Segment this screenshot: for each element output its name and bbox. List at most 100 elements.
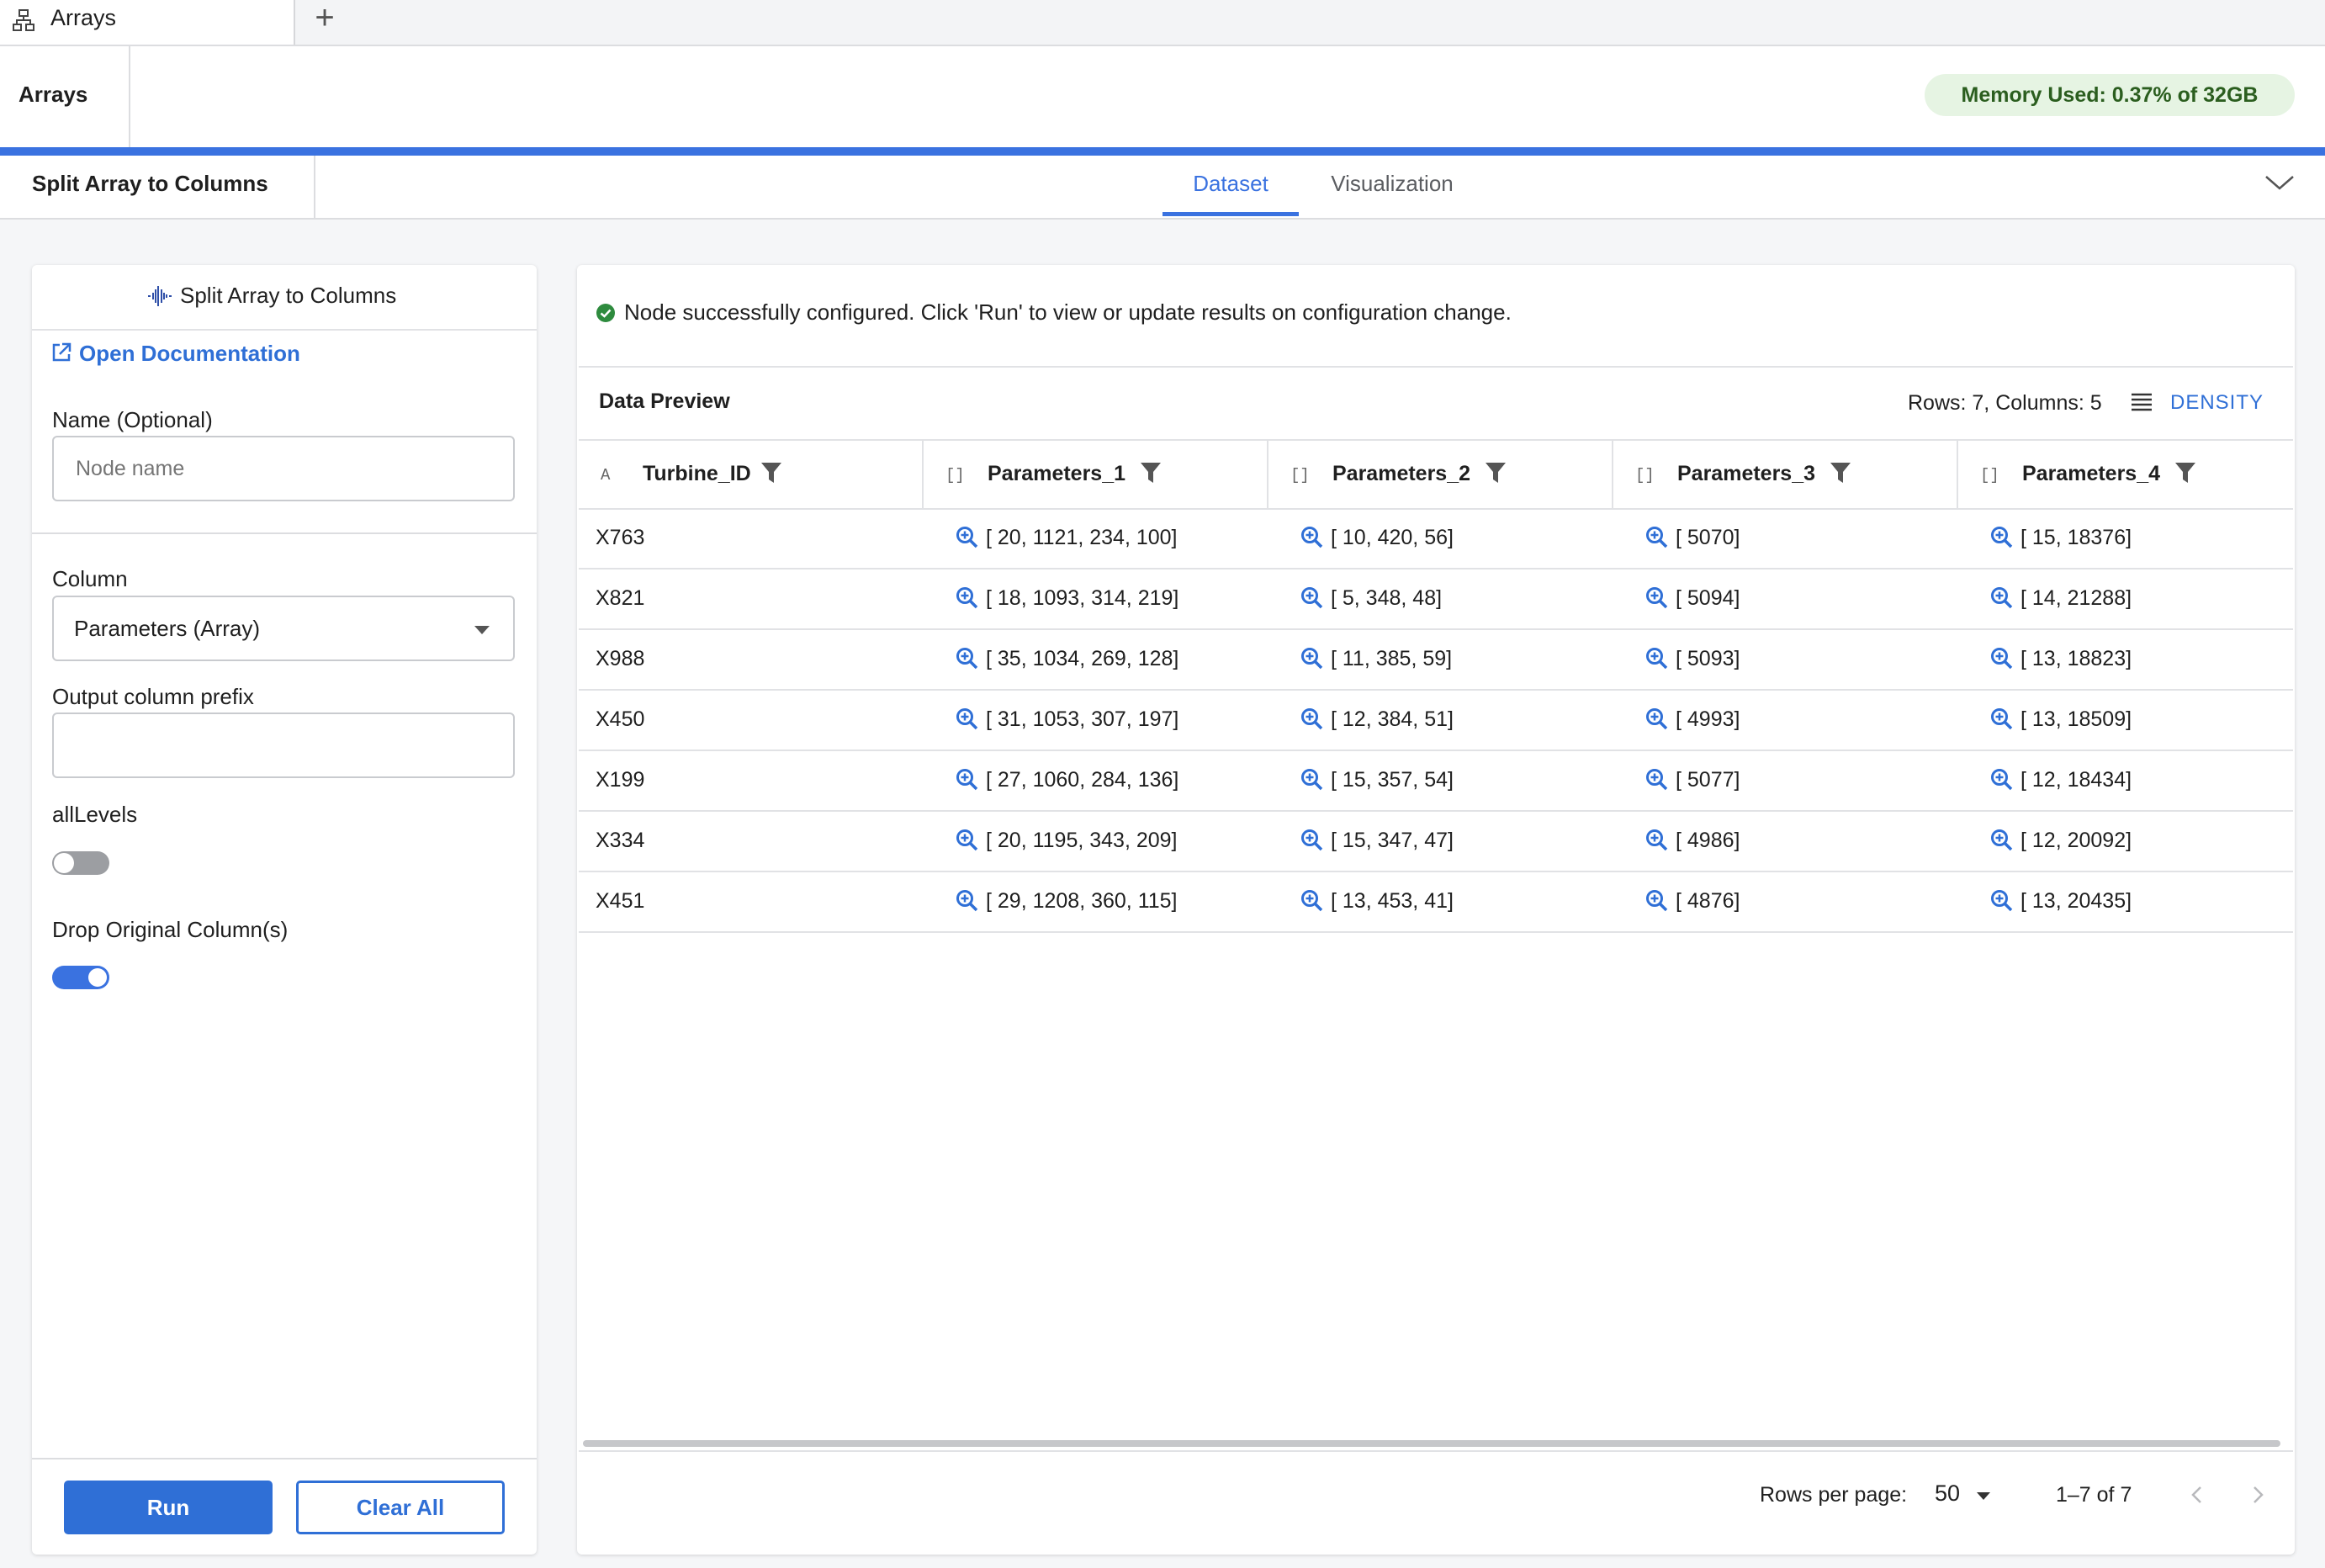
cell-value: [ 4876] [1676,889,1740,913]
zoom-in-icon[interactable] [956,586,979,610]
external-link-icon [52,342,71,362]
table-cell: [ 13, 20435] [1990,871,2132,931]
chevron-right-icon[interactable] [2248,1482,2268,1507]
table-cell: [ 5, 348, 48] [1300,568,1442,628]
table-cell: [ 29, 1208, 360, 115] [956,871,1178,931]
column-header[interactable]: [] Parameters_2 [1268,441,1613,508]
table-row[interactable]: X988 [ 35, 1034, 269, 128] [ 11, 385, 59] [… [579,628,2293,691]
zoom-in-icon[interactable] [1990,768,2014,792]
node-header-divider [314,156,315,218]
zoom-in-icon[interactable] [1645,768,1669,792]
zoom-in-icon[interactable] [1990,586,2014,610]
zoom-in-icon[interactable] [956,829,979,852]
column-header[interactable]: [] Parameters_4 [1958,441,2293,508]
table-cell: [ 14, 21288] [1990,568,2132,628]
alllevels-toggle[interactable] [52,851,109,875]
memory-badge: Memory Used: 0.37% of 32GB [1925,74,2295,116]
zoom-in-icon[interactable] [1990,526,2014,549]
zoom-in-icon[interactable] [956,647,979,670]
filter-icon[interactable] [1140,461,1162,485]
zoom-in-icon[interactable] [1645,829,1669,852]
zoom-in-icon[interactable] [956,707,979,731]
column-select[interactable]: Parameters (Array) [52,596,515,661]
cell-value: X763 [596,526,645,549]
zoom-in-icon[interactable] [1645,889,1669,913]
table-header: A Turbine_ID[] Parameters_1[] Parameters_2[… [579,439,2293,510]
drop-original-label: Drop Original Column(s) [52,917,289,942]
zoom-in-icon[interactable] [956,889,979,913]
table-cell: X334 [596,810,644,871]
zoom-in-icon[interactable] [1990,829,2014,852]
zoom-in-icon[interactable] [1300,889,1324,913]
table-cell: X988 [596,628,644,689]
density-button[interactable]: DENSITY [2170,391,2264,415]
zoom-in-icon[interactable] [1990,707,2014,731]
column-name: Parameters_4 [2022,462,2161,485]
cell-value: [ 20, 1121, 234, 100] [986,526,1178,549]
table-cell: [ 15, 357, 54] [1300,750,1454,810]
zoom-in-icon[interactable] [1990,647,2014,670]
zoom-in-icon[interactable] [956,526,979,549]
cell-value: [ 13, 18823] [2020,647,2132,670]
zoom-in-icon[interactable] [1300,647,1324,670]
table-cell: [ 35, 1034, 269, 128] [956,628,1178,689]
zoom-in-icon[interactable] [956,768,979,792]
cell-value: X451 [596,889,645,913]
table-row[interactable]: X763 [ 20, 1121, 234, 100] [ 10, 420, 56] [… [579,507,2293,569]
tab-dataset[interactable]: Dataset [1162,156,1299,216]
drop-original-toggle[interactable] [52,966,109,989]
zoom-in-icon[interactable] [1645,647,1669,670]
zoom-in-icon[interactable] [1300,526,1324,549]
table-row[interactable]: X334 [ 20, 1195, 343, 209] [ 15, 347, 47] [… [579,810,2293,872]
table-cell: [ 4986] [1645,810,1740,871]
node-name-input[interactable] [52,436,515,501]
zoom-in-icon[interactable] [1645,707,1669,731]
table-row[interactable]: X451 [ 29, 1208, 360, 115] [ 13, 453, 41] [… [579,871,2293,933]
table-row[interactable]: X821 [ 18, 1093, 314, 219] [ 5, 348, 48] [ … [579,568,2293,630]
tab-visualization[interactable]: Visualization [1312,156,1472,216]
column-header[interactable]: [] Parameters_3 [1613,441,1958,508]
zoom-in-icon[interactable] [1645,526,1669,549]
table-cell: [ 18, 1093, 314, 219] [956,568,1178,628]
zoom-in-icon[interactable] [1645,586,1669,610]
table-cell: [ 20, 1121, 234, 100] [956,507,1178,568]
output-prefix-input[interactable] [52,712,515,778]
zoom-in-icon[interactable] [1300,707,1324,731]
tab-arrays[interactable]: Arrays [0,0,295,45]
open-documentation-link[interactable]: Open Documentation [50,341,300,367]
column-type-icon: [] [1290,466,1310,485]
chevron-down-icon[interactable] [2263,170,2296,195]
zoom-in-icon[interactable] [1300,586,1324,610]
cell-value: [ 20, 1195, 343, 209] [986,829,1178,852]
cell-value: [ 12, 18434] [2020,768,2132,792]
chevron-left-icon[interactable] [2187,1482,2207,1507]
cell-value: [ 11, 385, 59] [1331,647,1453,670]
table-cell: [ 13, 453, 41] [1300,871,1454,931]
filter-icon[interactable] [760,461,782,485]
cell-value: [ 15, 357, 54] [1331,768,1454,792]
horizontal-scrollbar[interactable] [583,1440,2280,1447]
table-cell: [ 20, 1195, 343, 209] [956,810,1178,871]
clear-all-button[interactable]: Clear All [296,1481,505,1534]
table-cell: [ 10, 420, 56] [1300,507,1454,568]
filter-icon[interactable] [2174,461,2196,485]
column-header[interactable]: A Turbine_ID [579,441,924,508]
density-icon[interactable] [2131,392,2153,412]
table-row[interactable]: X199 [ 27, 1060, 284, 136] [ 15, 357, 54] [… [579,750,2293,812]
run-button[interactable]: Run [64,1481,273,1534]
filter-icon[interactable] [1830,461,1851,485]
table-cell: [ 4993] [1645,689,1740,750]
zoom-in-icon[interactable] [1990,889,2014,913]
cell-value: [ 29, 1208, 360, 115] [986,889,1178,913]
zoom-in-icon[interactable] [1300,829,1324,852]
cell-value: [ 14, 21288] [2020,586,2132,610]
filter-icon[interactable] [1485,461,1507,485]
zoom-in-icon[interactable] [1300,768,1324,792]
table-row[interactable]: X450 [ 31, 1053, 307, 197] [ 12, 384, 51] [… [579,689,2293,751]
page-range: 1–7 of 7 [2056,1483,2132,1507]
column-header[interactable]: [] Parameters_1 [924,441,1268,508]
add-tab-button[interactable]: + [308,0,342,38]
status-message: Node successfully configured. Click 'Run… [596,299,1512,326]
cell-value: [ 5077] [1676,768,1740,792]
table-cell: X763 [596,507,644,568]
